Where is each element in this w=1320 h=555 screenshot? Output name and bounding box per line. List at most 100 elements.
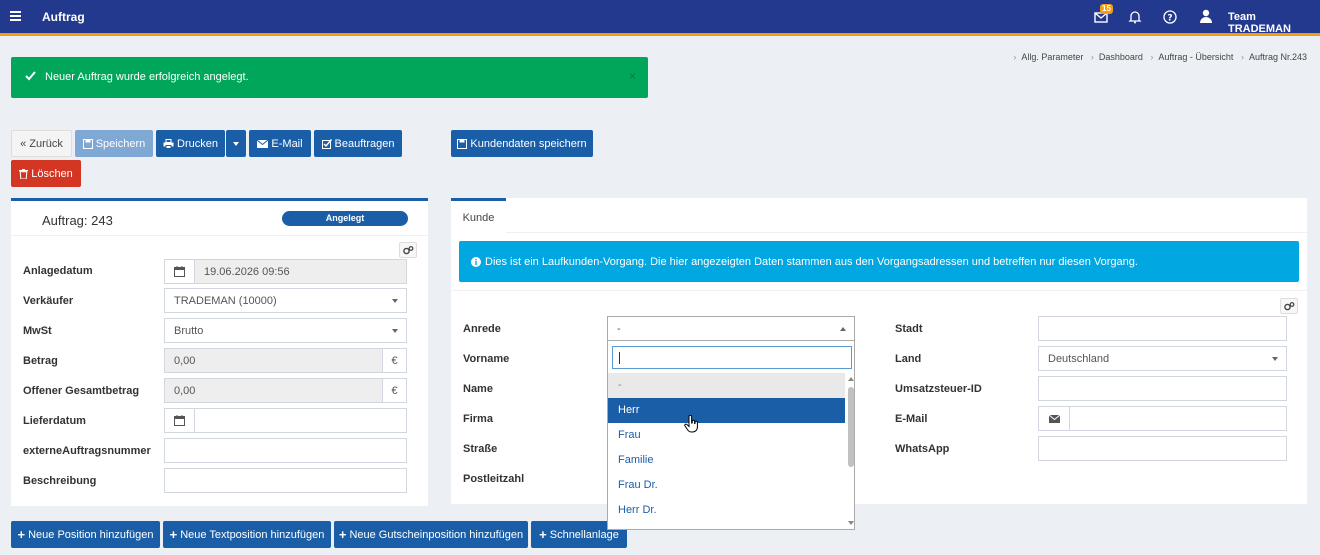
envelope-icon (1048, 414, 1060, 423)
success-alert: Neuer Auftrag wurde erfolgreich angelegt… (11, 57, 648, 98)
top-navbar: Auftrag 15 ? Team TRADEMAN (0, 0, 1320, 36)
whatsapp-label: WhatsApp (895, 443, 950, 455)
divider (506, 232, 1307, 233)
floppy-disk-icon (82, 138, 93, 149)
add-voucher-position-button[interactable]: + Neue Gutscheinposition hinzufügen (334, 521, 528, 548)
alert-close-button[interactable]: × (629, 69, 636, 83)
seller-label: Verkäufer (23, 295, 74, 307)
scrollbar-thumb[interactable] (848, 387, 854, 467)
order-title: Auftrag: 243 (42, 213, 113, 228)
caret-down-icon (392, 299, 398, 303)
seller-select[interactable]: TRADEMAN (10000) (164, 288, 407, 313)
salutation-label: Anrede (463, 323, 501, 335)
back-button[interactable]: «Zurück (11, 130, 72, 157)
hamburger-menu-icon[interactable] (10, 11, 21, 21)
trash-icon (19, 168, 29, 179)
breadcrumb: › Allg. Parameter › Dashboard › Auftrag - Ü… (1013, 52, 1307, 62)
double-chevron-left-icon: « (20, 137, 27, 150)
user-icon[interactable] (1199, 9, 1213, 23)
calendar-addon[interactable] (164, 408, 195, 433)
plus-icon: + (338, 526, 347, 542)
description-label: Beschreibung (23, 475, 97, 487)
settings-button[interactable] (399, 242, 417, 258)
gears-icon (402, 245, 413, 254)
dropdown-option[interactable]: - (608, 373, 845, 398)
email-field[interactable] (1069, 406, 1287, 431)
zip-label: Postleitzahl (463, 473, 525, 485)
bell-icon[interactable] (1128, 10, 1142, 24)
amount-label: Betrag (23, 355, 58, 367)
description-field[interactable] (164, 468, 407, 493)
print-button[interactable]: Drucken (156, 130, 225, 157)
delivery-date-field[interactable] (194, 408, 407, 433)
svg-text:?: ? (1167, 14, 1172, 24)
settings-button[interactable] (1280, 298, 1298, 314)
info-message: Dies ist ein Laufkunden-Vorgang. Die hie… (485, 255, 1138, 268)
calendar-icon (174, 415, 185, 426)
calendar-addon[interactable] (164, 259, 195, 284)
checkbox-icon (321, 138, 332, 149)
vat-label: MwSt (23, 325, 52, 337)
created-date-field[interactable]: 19.06.2026 09:56 (194, 259, 407, 284)
scroll-up-icon[interactable] (848, 377, 854, 381)
user-name[interactable]: Team TRADEMAN (1228, 11, 1320, 35)
dropdown-option[interactable]: Familie (608, 448, 845, 473)
printer-icon (163, 138, 174, 149)
hand-cursor-icon (684, 415, 698, 433)
open-total-label: Offener Gesamtbetrag (23, 385, 140, 397)
external-order-number-label: externeAuftragsnummer (23, 445, 151, 457)
dropdown-option-selected[interactable]: Herr (608, 398, 845, 423)
dropdown-scrollbar[interactable] (846, 373, 856, 529)
plus-icon: + (17, 526, 26, 542)
divider (451, 290, 1307, 291)
calendar-icon (174, 266, 185, 277)
country-select[interactable]: Deutschland (1038, 346, 1287, 371)
vat-select[interactable]: Brutto (164, 318, 407, 343)
street-label: Straße (463, 443, 498, 455)
dropdown-option[interactable]: Frau (608, 423, 845, 448)
email-addon (1038, 406, 1070, 431)
plus-icon: + (169, 526, 178, 542)
tab-customer[interactable]: Kunde (451, 198, 506, 234)
external-order-number-field[interactable] (164, 438, 407, 463)
vat-id-field[interactable] (1038, 376, 1287, 401)
delete-button[interactable]: Löschen (11, 160, 81, 187)
caret-down-icon (1272, 357, 1278, 361)
whatsapp-field[interactable] (1038, 436, 1287, 461)
currency-addon: € (382, 378, 407, 403)
caret-down-icon (233, 141, 239, 146)
email-label: E-Mail (895, 413, 928, 425)
firstname-label: Vorname (463, 353, 510, 365)
dropdown-option[interactable]: Frau Dr. (608, 473, 845, 498)
breadcrumb-item[interactable]: Allg. Parameter (1021, 52, 1083, 62)
amount-field[interactable]: 0,00 (164, 348, 383, 373)
add-position-button[interactable]: + Neue Position hinzufügen (11, 521, 160, 548)
status-badge: Angelegt (282, 211, 408, 226)
commission-button[interactable]: Beauftragen (314, 130, 402, 157)
help-icon[interactable]: ? (1163, 10, 1177, 24)
gears-icon (1283, 301, 1294, 310)
dropdown-search-input[interactable] (612, 346, 852, 369)
scroll-down-icon[interactable] (848, 521, 854, 525)
company-label: Firma (463, 413, 493, 425)
breadcrumb-item[interactable]: Auftrag - Übersicht (1158, 52, 1233, 62)
save-button[interactable]: Speichern (75, 130, 153, 157)
plus-icon: + (539, 526, 547, 542)
salutation-dropdown: - Herr Frau Familie Frau Dr. Herr Dr. (607, 341, 855, 530)
info-circle-icon (471, 256, 481, 267)
created-date-label: Anlagedatum (23, 265, 93, 277)
add-text-position-button[interactable]: + Neue Textposition hinzufügen (163, 521, 331, 548)
save-customer-data-button[interactable]: Kundendaten speichern (451, 130, 593, 157)
print-options-dropdown-button[interactable] (226, 130, 246, 157)
open-total-field[interactable]: 0,00 (164, 378, 383, 403)
dropdown-options: - Herr Frau Familie Frau Dr. Herr Dr. (608, 373, 845, 523)
breadcrumb-item[interactable]: Dashboard (1099, 52, 1143, 62)
caret-down-icon (392, 329, 398, 333)
delivery-date-label: Lieferdatum (23, 415, 86, 427)
city-field[interactable] (1038, 316, 1287, 341)
email-button[interactable]: E-Mail (249, 130, 311, 157)
alert-message: Neuer Auftrag wurde erfolgreich angelegt… (45, 71, 249, 83)
salutation-select[interactable]: - (607, 316, 855, 341)
info-alert: Dies ist ein Laufkunden-Vorgang. Die hie… (459, 241, 1299, 282)
dropdown-option[interactable]: Herr Dr. (608, 498, 845, 523)
